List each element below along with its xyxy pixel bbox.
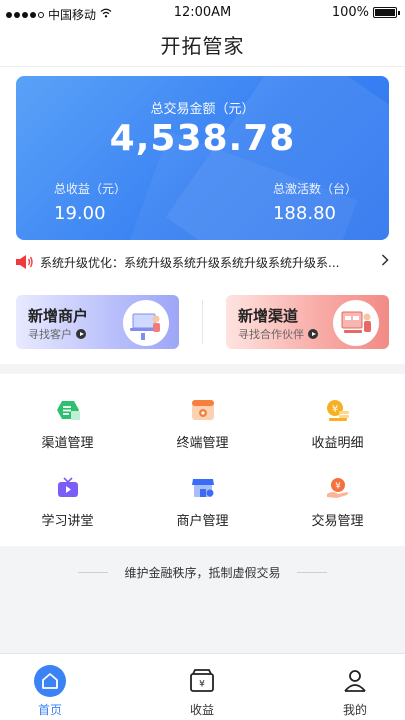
activation-value: 188.80 <box>272 203 336 224</box>
status-bar: 中国移动 12:00AM 100% <box>0 0 405 26</box>
add-channel-subtitle: 寻找合作伙伴 <box>238 326 318 342</box>
battery-icon <box>373 7 400 18</box>
notice-text: 系统升级优化：系统升级系统升级系统升级系统升级系... <box>40 255 340 270</box>
notice-bar[interactable]: 系统升级优化：系统升级系统升级系统升级系统升级系... <box>16 252 389 272</box>
income-icon: ¥ <box>327 400 349 421</box>
tab-label: 收益 <box>189 703 214 717</box>
tv-icon <box>58 477 78 497</box>
stats-card[interactable]: 总交易金额（元） 4,538.78 总收益（元） 19.00 总激活数（台） 1… <box>16 76 389 240</box>
grid-item-label: 商户管理 <box>176 514 229 529</box>
trade-icon: ¥ <box>327 478 348 498</box>
play-icon <box>308 329 318 339</box>
svg-text:¥: ¥ <box>199 680 205 690</box>
battery-percent: 100% <box>331 5 369 20</box>
footer-band <box>0 546 405 653</box>
grid-item-income[interactable]: ¥ 收益明细 <box>270 374 405 451</box>
speaker-icon <box>16 255 33 269</box>
battery-area: 100% <box>331 5 400 20</box>
merchant-illustration-icon <box>123 300 169 346</box>
slogan-divider <box>297 572 327 573</box>
grid-item-label: 学习讲堂 <box>41 514 94 529</box>
home-icon <box>34 665 66 697</box>
function-grid: 渠道管理 终端管理 ¥ 收益明细 学习讲堂 商户管理 ¥ 交易管理 <box>0 374 405 546</box>
page-title: 开拓管家 <box>160 34 245 58</box>
activation-label: 总激活数（台） <box>272 182 357 196</box>
add-merchant-subtitle-text: 寻找客户 <box>28 328 72 341</box>
grid-item-label: 收益明细 <box>311 436 364 451</box>
play-icon <box>76 329 86 339</box>
terminal-icon <box>192 400 214 420</box>
grid-item-label: 渠道管理 <box>41 436 94 451</box>
channel-illustration-icon <box>333 300 379 346</box>
add-merchant-title: 新增商户 <box>28 307 89 325</box>
svg-text:¥: ¥ <box>332 404 338 415</box>
grid-item-learning[interactable]: 学习讲堂 <box>0 452 135 529</box>
income-value: 19.00 <box>54 203 106 224</box>
total-amount-value: 4,538.78 <box>109 118 296 159</box>
total-amount-label: 总交易金额（元） <box>150 102 255 117</box>
header-divider <box>0 66 405 67</box>
tab-label: 我的 <box>342 703 367 717</box>
bottom-tab-bar: 首页 ¥ 收益 我的 <box>0 653 405 720</box>
grid-item-label: 交易管理 <box>311 514 364 529</box>
grid-item-label: 终端管理 <box>176 436 229 451</box>
channel-icon <box>57 401 80 420</box>
add-channel-title: 新增渠道 <box>238 307 299 325</box>
grid-item-terminal[interactable]: 终端管理 <box>135 374 270 451</box>
profile-icon <box>344 670 366 692</box>
grid-item-trade[interactable]: ¥ 交易管理 <box>270 452 405 529</box>
add-merchant-subtitle: 寻找客户 <box>28 326 86 342</box>
slogan-text: 维护金融秩序，抵制虚假交易 <box>124 566 281 580</box>
svg-text:¥: ¥ <box>335 482 341 492</box>
chevron-right-icon[interactable] <box>375 254 389 270</box>
income-label: 总收益（元） <box>54 182 127 196</box>
promo-divider <box>202 300 203 344</box>
grid-item-merchant[interactable]: 商户管理 <box>135 452 270 529</box>
store-icon <box>192 479 214 497</box>
tab-profile[interactable]: 我的 <box>305 654 405 720</box>
tab-home[interactable]: 首页 <box>0 654 100 720</box>
income-block: 总收益（元） 19.00 <box>54 180 126 224</box>
add-merchant-card[interactable]: 新增商户 寻找客户 <box>16 295 179 349</box>
section-divider <box>0 364 405 374</box>
income-tab-icon: ¥ <box>190 669 214 692</box>
tab-income[interactable]: ¥ 收益 <box>152 654 252 720</box>
activation-block: 总激活数（台） 188.80 <box>273 180 357 224</box>
add-channel-card[interactable]: 新增渠道 寻找合作伙伴 <box>226 295 389 349</box>
tab-label: 首页 <box>37 703 62 717</box>
grid-item-channel[interactable]: 渠道管理 <box>0 374 135 451</box>
add-channel-subtitle-text: 寻找合作伙伴 <box>238 328 304 341</box>
